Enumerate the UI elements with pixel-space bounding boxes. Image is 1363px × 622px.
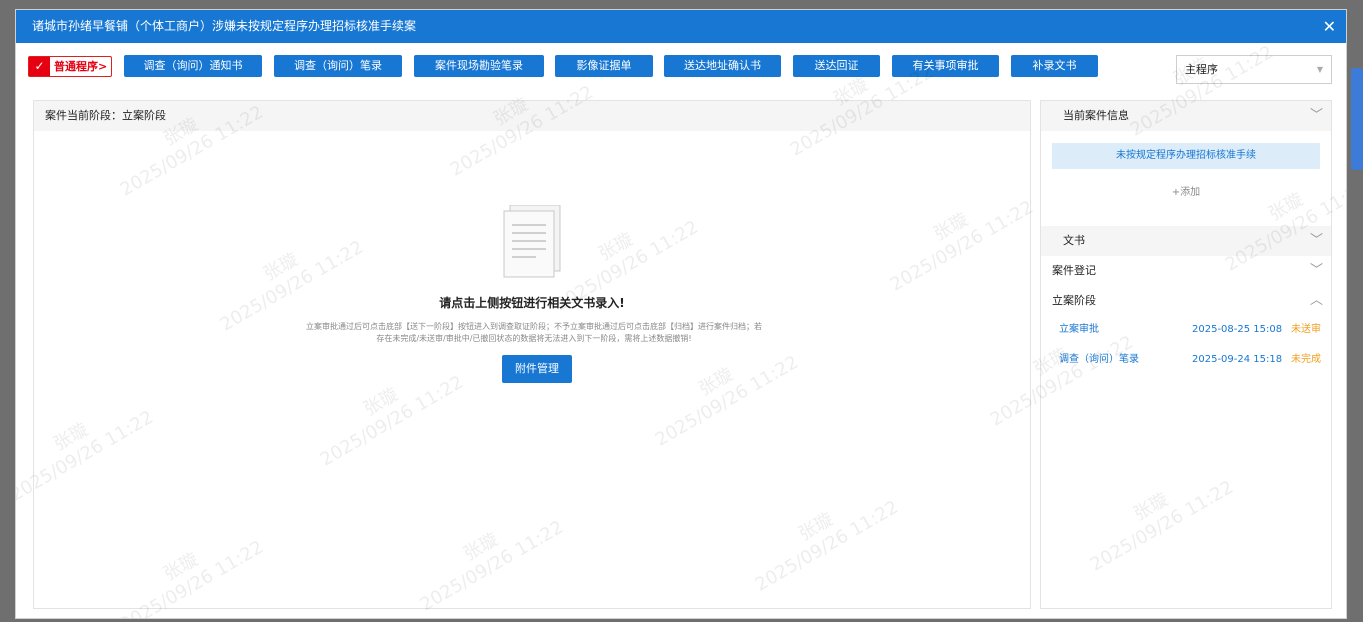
toolbar: ✓ 普通程序> 调查（询问）通知书 调查（询问）笔录 案件现场勘验笔录 影像证据… [16, 55, 1346, 84]
case-info-header[interactable]: 当前案件信息 ﹀ [1041, 101, 1331, 131]
case-info-panel: 当前案件信息 ﹀ 未按规定程序办理招标核准手续 +添加 文书 ﹀ 案件登记 ﹀ … [1040, 100, 1332, 609]
site-inspection-button[interactable]: 案件现场勘验笔录 [414, 55, 544, 77]
status-badge: 未完成 [1291, 354, 1321, 365]
inquiry-record-button[interactable]: 调查（询问）笔录 [274, 55, 402, 77]
procedure-label: 普通程序> [54, 60, 108, 73]
item-time: 2025-09-24 15:18 [1192, 354, 1283, 365]
register-title: 案件登记 [1052, 264, 1096, 277]
document-icon [503, 205, 561, 278]
stage-panel: 案件当前阶段：立案阶段 请点击上侧按钮进行相关文书录入! 立案审批通过后可点击底… [33, 100, 1031, 609]
status-badge: 未送审 [1291, 324, 1321, 335]
chevron-down-icon: ▼ [1316, 65, 1323, 74]
docs-section-header[interactable]: 文书 ﹀ [1041, 226, 1331, 256]
item-time: 2025-08-25 15:08 [1192, 324, 1283, 335]
stage-title: 立案阶段 [1052, 294, 1096, 307]
checkmark-icon: ✓ [29, 57, 50, 76]
address-confirm-button[interactable]: 送达地址确认书 [664, 55, 781, 77]
procedure-select[interactable]: 主程序 ▼ [1176, 55, 1332, 84]
stage-header: 案件当前阶段：立案阶段 [34, 101, 1030, 131]
approval-button[interactable]: 有关事项审批 [892, 55, 999, 77]
close-icon[interactable]: ✕ [1323, 10, 1336, 43]
list-item[interactable]: 调查（询问）笔录 2025-09-24 15:18 未完成 [1041, 348, 1331, 372]
empty-description: 立案审批通过后可点击底部【送下一阶段】按钮进入到调查取证阶段；不予立案审批通过后… [306, 322, 762, 343]
stage-section-header[interactable]: 立案阶段 ︿ [1041, 286, 1331, 316]
procedure-badge[interactable]: ✓ 普通程序> [28, 56, 112, 77]
dialog-title: 诸城市孙绪早餐铺（个体工商户）涉嫌未按规定程序办理招标核准手续案 [32, 19, 417, 33]
empty-title: 请点击上侧按钮进行相关文书录入! [439, 296, 625, 310]
image-evidence-button[interactable]: 影像证据单 [555, 55, 653, 77]
chevron-up-icon: ︿ [1309, 293, 1323, 308]
item-name[interactable]: 立案审批 [1059, 318, 1099, 342]
procedure-select-value: 主程序 [1185, 63, 1218, 76]
case-cause-tag[interactable]: 未按规定程序办理招标核准手续 [1052, 143, 1320, 169]
chevron-down-icon: ﹀ [1309, 108, 1323, 123]
delivery-receipt-button[interactable]: 送达回证 [793, 55, 880, 77]
inquiry-notice-button[interactable]: 调查（询问）通知书 [124, 55, 262, 77]
scrollbar-thumb[interactable] [1351, 68, 1363, 170]
case-info-title: 当前案件信息 [1063, 109, 1129, 122]
docs-title: 文书 [1063, 234, 1085, 247]
chevron-down-icon: ﹀ [1309, 263, 1323, 278]
add-link[interactable]: +添加 [1041, 183, 1331, 198]
supplement-doc-button[interactable]: 补录文书 [1011, 55, 1098, 77]
attachment-button[interactable]: 附件管理 [502, 355, 572, 383]
case-dialog: 诸城市孙绪早餐铺（个体工商户）涉嫌未按规定程序办理招标核准手续案 ✕ ✓ 普通程… [15, 9, 1347, 619]
dialog-titlebar: 诸城市孙绪早餐铺（个体工商户）涉嫌未按规定程序办理招标核准手续案 ✕ [16, 10, 1346, 43]
register-section-header[interactable]: 案件登记 ﹀ [1041, 256, 1331, 286]
chevron-down-icon: ﹀ [1309, 233, 1323, 248]
item-name[interactable]: 调查（询问）笔录 [1059, 348, 1139, 372]
list-item[interactable]: 立案审批 2025-08-25 15:08 未送审 [1041, 318, 1331, 342]
